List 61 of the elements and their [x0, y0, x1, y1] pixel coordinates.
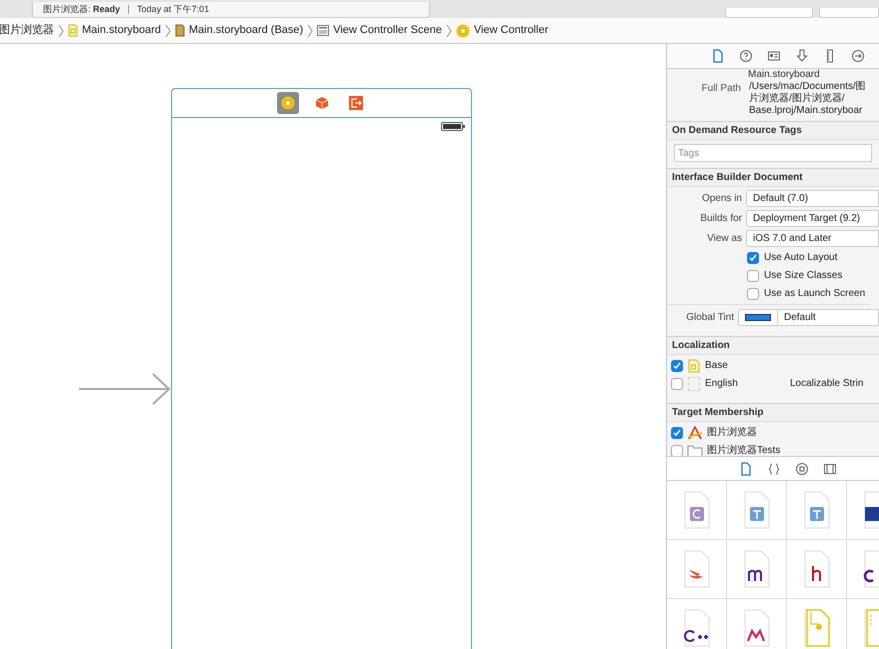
field-label: View as [706, 232, 742, 246]
chevron-icon [164, 24, 171, 38]
storyboard-file-icon [688, 358, 700, 372]
field-label: Builds for [699, 212, 742, 226]
checkbox-label: Use Size Classes [764, 269, 842, 283]
help-icon[interactable] [739, 49, 753, 63]
breadcrumb-item[interactable]: 图片浏览器 [0, 22, 56, 39]
view-controller-icon [456, 24, 470, 38]
checkbox-label: Use Auto Layout [764, 251, 838, 265]
section-header: On Demand Resource Tags [667, 122, 879, 140]
file-icon[interactable] [739, 462, 753, 476]
field-label: Full Path [700, 82, 741, 96]
film-icon[interactable] [823, 462, 837, 476]
checkbox[interactable] [671, 444, 683, 456]
slider-down-icon[interactable] [795, 49, 809, 63]
checkbox[interactable] [671, 378, 683, 390]
breadcrumb-item[interactable]: Main.storyboard [66, 22, 163, 39]
chevron-icon [58, 24, 64, 38]
storyboard-file-icon [68, 24, 78, 37]
target-name: 图片浏览器 [707, 426, 757, 440]
checkbox[interactable] [747, 270, 759, 282]
language-name: Base [705, 359, 729, 373]
breadcrumb-item[interactable]: View Controller [454, 22, 550, 39]
popup-button[interactable]: iOS 7.0 and Later [746, 230, 879, 247]
arrow-circle-icon[interactable] [851, 49, 865, 63]
status-text: 图片浏览器: Ready [43, 2, 120, 16]
language-name: English [705, 377, 739, 391]
popup-button[interactable]: Default (7.0) [746, 190, 879, 207]
card-icon[interactable] [767, 49, 781, 63]
time-text: Today at 下午7:01 [137, 2, 210, 16]
breadcrumb-item[interactable]: Main.storyboard (Base) [172, 22, 306, 39]
battery-icon [441, 122, 465, 131]
section-header: Interface Builder Document [667, 169, 879, 187]
color-popup[interactable]: Default [738, 309, 879, 326]
chevron-icon [446, 24, 452, 38]
target-name: 图片浏览器Tests [707, 444, 780, 456]
color-name: Default [777, 310, 816, 325]
section-header: Target Membership [667, 404, 879, 422]
scene-icon [317, 25, 330, 36]
file-icon[interactable] [711, 49, 725, 63]
breadcrumb-item[interactable]: View Controller Scene [315, 22, 444, 39]
chevron-icon [307, 24, 314, 38]
localization-type: Localizable Strin [790, 377, 864, 391]
field-label: Opens in [700, 192, 742, 206]
popup-button[interactable]: Deployment Target (9.2) [746, 210, 879, 227]
checkbox[interactable] [671, 360, 683, 372]
checkbox[interactable] [747, 252, 759, 264]
view-controller-icon[interactable] [276, 92, 298, 114]
full-path-text: /Users/mac/Documents/图 片浏览器/图片浏览器/ Base.lproj/Main.storyboar [749, 81, 866, 117]
file-name: Main.storyboard [748, 69, 820, 80]
braces-icon[interactable] [767, 462, 781, 476]
checkbox[interactable] [671, 426, 683, 438]
checkbox-label: Use as Launch Screen [764, 287, 866, 301]
target-icon[interactable] [795, 462, 809, 476]
tags-field[interactable]: Tags [674, 144, 872, 162]
app-icon [687, 426, 703, 440]
field-label: Global Tint [685, 311, 734, 325]
blank-file-icon [688, 376, 700, 390]
section-header: Localization [667, 337, 879, 355]
storyboard-file-icon [174, 24, 185, 37]
checkbox[interactable] [747, 288, 759, 300]
